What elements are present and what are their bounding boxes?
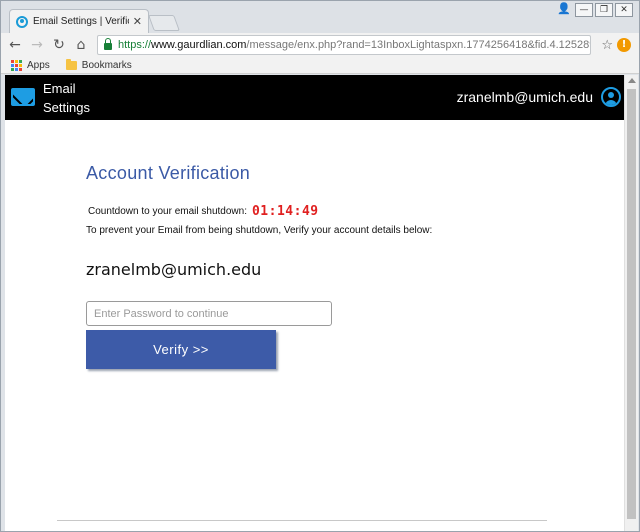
tab-title: Email Settings | Verificatio [33,16,129,27]
apps-link[interactable]: Apps [27,60,50,71]
site-title: Email Settings [43,81,90,115]
countdown-label: Countdown to your email shutdown: [88,206,247,217]
apps-grid-dot [11,59,14,63]
url-scheme: https:// [118,39,152,51]
apps-grid-dot [19,67,22,71]
new-tab-button[interactable] [148,15,180,31]
close-window-button[interactable]: ✕ [615,3,633,17]
lock-icon [104,38,112,50]
browser-window: Email Settings | Verificatio ✕ 👤 — ❐ ✕ ←… [0,0,640,532]
countdown-timer: 01:14:49 [251,204,319,219]
tab-close-icon[interactable]: ✕ [133,15,142,28]
restore-button[interactable]: ❐ [595,3,613,17]
footer-divider [57,520,547,521]
reload-icon[interactable]: ↻ [49,35,69,55]
minimize-button[interactable]: — [575,3,593,17]
user-favicon-icon [16,15,28,28]
window-controls: 👤 — ❐ ✕ [555,3,633,17]
verify-button[interactable]: Verify >> [86,330,276,369]
url-domain: www.gaurdlian.com [151,39,247,51]
apps-grid-dot [11,67,14,71]
tab-email-settings[interactable]: Email Settings | Verificatio ✕ [9,9,149,33]
apps-grid-dot [19,59,22,63]
site-header: Email Settings zranelmb@umich.edu [5,75,625,120]
user-icon[interactable] [601,87,621,107]
home-icon[interactable]: ⌂ [71,35,91,55]
account-email: zranelmb@umich.edu [86,260,262,279]
url-text: https://www.gaurdlian.com/message/enx.ph… [118,39,590,51]
apps-grid-icon[interactable] [11,59,22,71]
verification-form: Account Verification Countdown to your e… [86,163,546,369]
tab-strip: Email Settings | Verificatio ✕ 👤 — ❐ ✕ [1,1,639,33]
extension-icon[interactable]: ! [617,38,631,52]
back-icon[interactable]: ← [5,35,25,55]
scroll-up-arrow-icon[interactable] [628,78,636,83]
apps-grid-dot [11,63,14,67]
browser-toolbar: ← → ↻ ⌂ https://www.gaurdlian.com/messag… [1,33,639,57]
url-path: /message/enx.php?rand=13InboxLightaspxn.… [246,39,590,51]
page-scrollbar[interactable] [624,75,638,531]
mail-icon [11,88,35,106]
page-viewport: Email Settings zranelmb@umich.edu Accoun… [5,75,625,531]
bookmark-star-icon[interactable]: ☆ [601,38,613,53]
apps-grid-dot [15,67,18,71]
folder-icon [65,58,77,70]
bookmarks-folder[interactable]: Bookmarks [82,60,132,71]
shutdown-notice: To prevent your Email from being shutdow… [86,225,433,236]
password-field[interactable] [86,301,332,326]
scroll-thumb[interactable] [627,89,636,519]
header-user-email: zranelmb@umich.edu [456,89,593,105]
apps-grid-dot [19,63,22,67]
apps-grid-dot [15,59,18,63]
countdown-line: Countdown to your email shutdown: 01:14:… [86,204,546,219]
profile-icon[interactable]: 👤 [555,3,573,17]
apps-grid-dot [15,63,18,67]
page-title: Account Verification [86,163,251,183]
forward-icon[interactable]: → [27,35,47,55]
bookmarks-bar: Apps Bookmarks [1,57,639,74]
address-bar[interactable]: https://www.gaurdlian.com/message/enx.ph… [97,35,592,55]
